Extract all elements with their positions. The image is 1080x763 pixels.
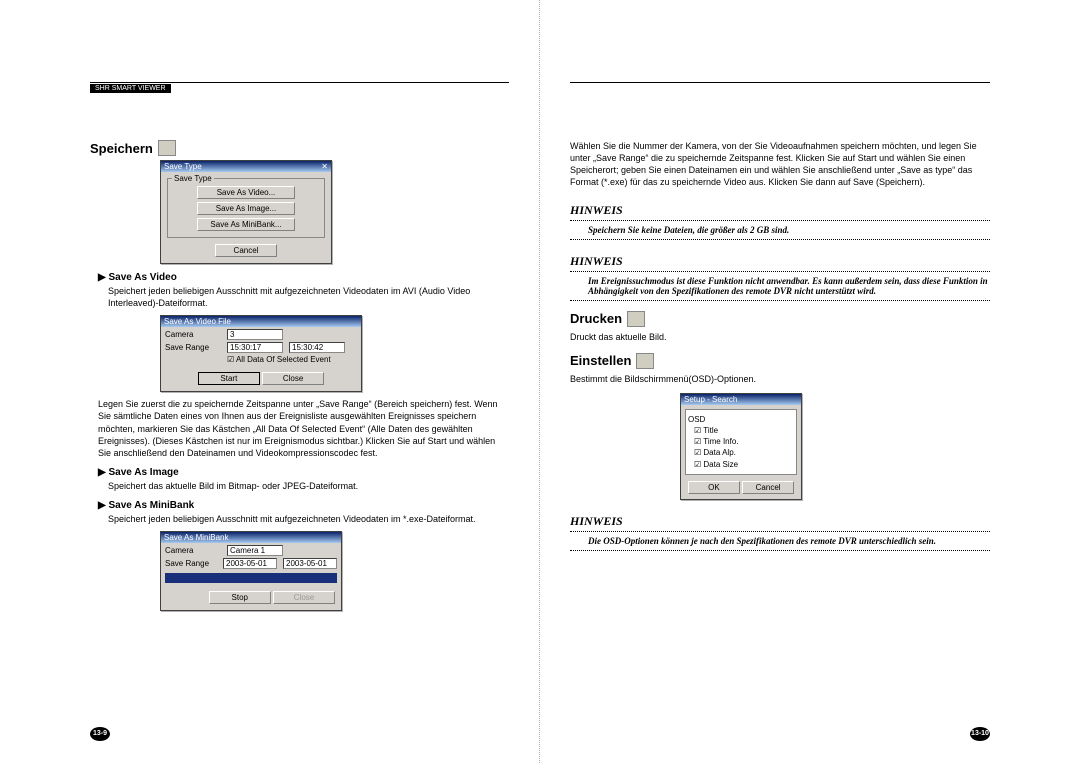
cancel-button[interactable]: Cancel <box>215 244 277 257</box>
save-minibank-dialog: Save As MiniBank Camera Camera 1 Save Ra… <box>160 531 342 611</box>
floppy-icon <box>158 140 176 156</box>
dialog-title: Save As Video File <box>164 317 231 326</box>
save-as-minibank-body: Speichert jeden beliebigen Ausschnitt mi… <box>108 513 509 525</box>
dialog-titlebar: Save As Video File <box>161 316 361 327</box>
range-from[interactable]: 2003-05-01 <box>223 558 277 569</box>
checkbox-row: All Data Of Selected Event <box>223 355 357 364</box>
section-einstellen: Einstellen <box>570 353 990 369</box>
hinweis-3-body: Die OSD-Optionen können je nach den Spez… <box>570 534 990 548</box>
camera-row: Camera Camera 1 <box>165 545 337 556</box>
osd-data-alp-checkbox[interactable]: Data Alp. <box>694 447 792 458</box>
ok-button[interactable]: OK <box>688 481 740 494</box>
dialog-title: Save Type <box>164 162 202 171</box>
close-icon[interactable]: ✕ <box>321 162 328 171</box>
progress-bar <box>165 573 337 583</box>
header-label: SHR SMART VIEWER <box>90 84 171 93</box>
hinweis-1-title: HINWEIS <box>570 203 990 218</box>
right-content: Wählen Sie die Nummer der Kamera, von de… <box>570 140 990 551</box>
drucken-body: Druckt das aktuelle Bild. <box>570 331 990 343</box>
hinweis-3-title: HINWEIS <box>570 514 990 529</box>
section-title: Einstellen <box>570 353 631 368</box>
osd-options-list: OSD Title Time Info. Data Alp. Data Size <box>685 409 797 475</box>
save-video-paragraph: Legen Sie zuerst die zu speichernde Zeit… <box>98 398 509 459</box>
close-button[interactable]: Close <box>262 372 324 385</box>
intro-paragraph: Wählen Sie die Nummer der Kamera, von de… <box>570 140 990 189</box>
header-rule <box>570 82 990 83</box>
camera-row: Camera 3 <box>165 329 357 340</box>
einstellen-body: Bestimmt die Bildschirmmenü(OSD)-Optione… <box>570 373 990 385</box>
save-as-video-button[interactable]: Save As Video... <box>197 186 295 199</box>
hinweis-1-body: Speichern Sie keine Dateien, die größer … <box>570 223 990 237</box>
range-to[interactable]: 15:30:42 <box>289 342 345 353</box>
range-from[interactable]: 15:30:17 <box>227 342 283 353</box>
osd-data-size-checkbox[interactable]: Data Size <box>694 459 792 470</box>
save-video-file-dialog: Save As Video File Camera 3 Save Range 1… <box>160 315 362 392</box>
dotted-divider <box>570 531 990 532</box>
dotted-divider <box>570 550 990 551</box>
save-as-minibank-button[interactable]: Save As MiniBank... <box>197 218 295 231</box>
dotted-divider <box>570 271 990 272</box>
dialog-title: Save As MiniBank <box>164 533 228 542</box>
page-spread: SHR SMART VIEWER Speichern Save Type ✕ S… <box>0 0 1080 763</box>
left-page: SHR SMART VIEWER Speichern Save Type ✕ S… <box>0 0 540 763</box>
all-data-checkbox[interactable]: All Data Of Selected Event <box>227 355 331 364</box>
dialog-titlebar: Setup - Search <box>681 394 801 405</box>
range-row: Save Range 2003-05-01 2003-05-01 <box>165 558 337 569</box>
section-title: Speichern <box>90 141 153 156</box>
save-type-group: Save Type Save As Video... Save As Image… <box>167 178 325 238</box>
printer-icon <box>627 311 645 327</box>
header-rule: SHR SMART VIEWER <box>90 82 509 93</box>
save-as-video-body: Speichert jeden beliebigen Ausschnitt mi… <box>108 285 509 309</box>
close-button[interactable]: Close <box>273 591 335 604</box>
save-as-image-body: Speichert das aktuelle Bild im Bitmap- o… <box>108 480 509 492</box>
section-drucken: Drucken <box>570 311 990 327</box>
range-row: Save Range 15:30:17 15:30:42 <box>165 342 357 353</box>
dotted-divider <box>570 239 990 240</box>
group-label: OSD <box>688 414 792 425</box>
save-as-image-head: ▶ Save As Image <box>98 467 509 478</box>
page-number-right: 13-10 <box>970 727 990 741</box>
section-speichern: Speichern <box>90 140 509 156</box>
camera-label: Camera <box>165 546 221 555</box>
dialog-title: Setup - Search <box>684 395 737 404</box>
camera-select[interactable]: 3 <box>227 329 283 340</box>
dotted-divider <box>570 300 990 301</box>
range-to[interactable]: 2003-05-01 <box>283 558 337 569</box>
left-content: Speichern Save Type ✕ Save Type Save As … <box>90 140 509 611</box>
range-label: Save Range <box>165 559 217 568</box>
save-as-image-button[interactable]: Save As Image... <box>197 202 295 215</box>
dialog-titlebar: Save As MiniBank <box>161 532 341 543</box>
save-as-minibank-head: ▶ Save As MiniBank <box>98 500 509 511</box>
start-button[interactable]: Start <box>198 372 260 385</box>
gear-icon <box>636 353 654 369</box>
camera-label: Camera <box>165 330 221 339</box>
stop-button[interactable]: Stop <box>209 591 271 604</box>
hinweis-2-body: Im Ereignissuchmodus ist diese Funktion … <box>570 274 990 298</box>
setup-search-dialog: Setup - Search OSD Title Time Info. Data… <box>680 393 802 500</box>
hinweis-2-title: HINWEIS <box>570 254 990 269</box>
right-page: Wählen Sie die Nummer der Kamera, von de… <box>540 0 1080 763</box>
save-as-video-head: ▶ Save As Video <box>98 272 509 283</box>
range-label: Save Range <box>165 343 221 352</box>
camera-select[interactable]: Camera 1 <box>227 545 283 556</box>
section-title: Drucken <box>570 311 622 326</box>
dialog-titlebar: Save Type ✕ <box>161 161 331 172</box>
osd-title-checkbox[interactable]: Title <box>694 425 792 436</box>
osd-time-info-checkbox[interactable]: Time Info. <box>694 436 792 447</box>
page-number-left: 13-9 <box>90 727 110 741</box>
save-type-dialog: Save Type ✕ Save Type Save As Video... S… <box>160 160 332 264</box>
dotted-divider <box>570 220 990 221</box>
group-label: Save Type <box>172 174 214 183</box>
cancel-button[interactable]: Cancel <box>742 481 794 494</box>
